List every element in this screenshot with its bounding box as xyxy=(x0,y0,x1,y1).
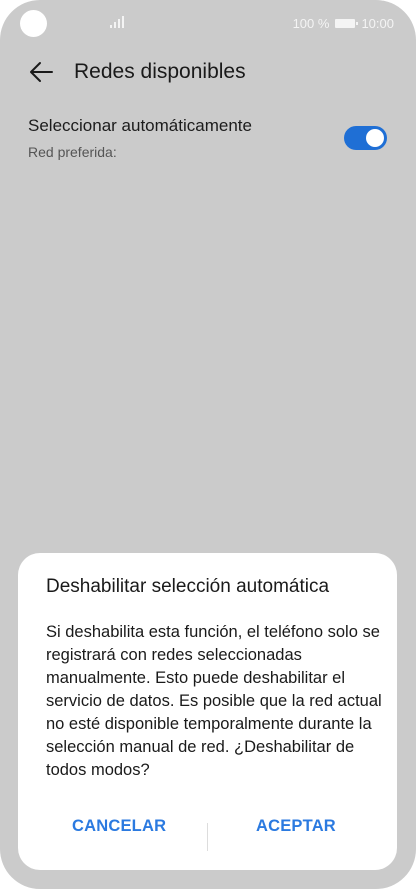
auto-select-row[interactable]: Seleccionar automáticamente Red preferid… xyxy=(28,116,388,166)
auto-select-toggle[interactable] xyxy=(344,126,387,150)
auto-select-label: Seleccionar automáticamente xyxy=(28,116,252,135)
disable-auto-select-dialog: Deshabilitar selección automática Si des… xyxy=(18,553,397,870)
dialog-message: Si deshabilita esta función, el teléfono… xyxy=(46,623,382,779)
accept-button[interactable]: ACEPTAR xyxy=(256,817,336,836)
status-bar: 100 % 10:00 xyxy=(0,0,416,46)
dialog-title: Deshabilitar selección automática xyxy=(46,576,330,597)
cancel-button[interactable]: CANCELAR xyxy=(72,817,166,836)
button-divider xyxy=(207,823,208,851)
page-title: Redes disponibles xyxy=(74,60,246,83)
camera-cutout xyxy=(20,10,47,37)
clock: 10:00 xyxy=(361,16,394,31)
back-arrow-icon[interactable] xyxy=(28,60,54,84)
app-bar: Redes disponibles xyxy=(0,50,416,96)
status-right: 100 % 10:00 xyxy=(293,16,394,31)
phone-screen: 100 % 10:00 Redes disponibles Selecciona… xyxy=(0,0,416,889)
toggle-knob xyxy=(366,129,384,147)
battery-percent: 100 % xyxy=(292,16,330,31)
preferred-network-label: Red preferida: xyxy=(28,144,117,160)
battery-icon xyxy=(335,19,359,28)
signal-icon xyxy=(110,16,124,28)
